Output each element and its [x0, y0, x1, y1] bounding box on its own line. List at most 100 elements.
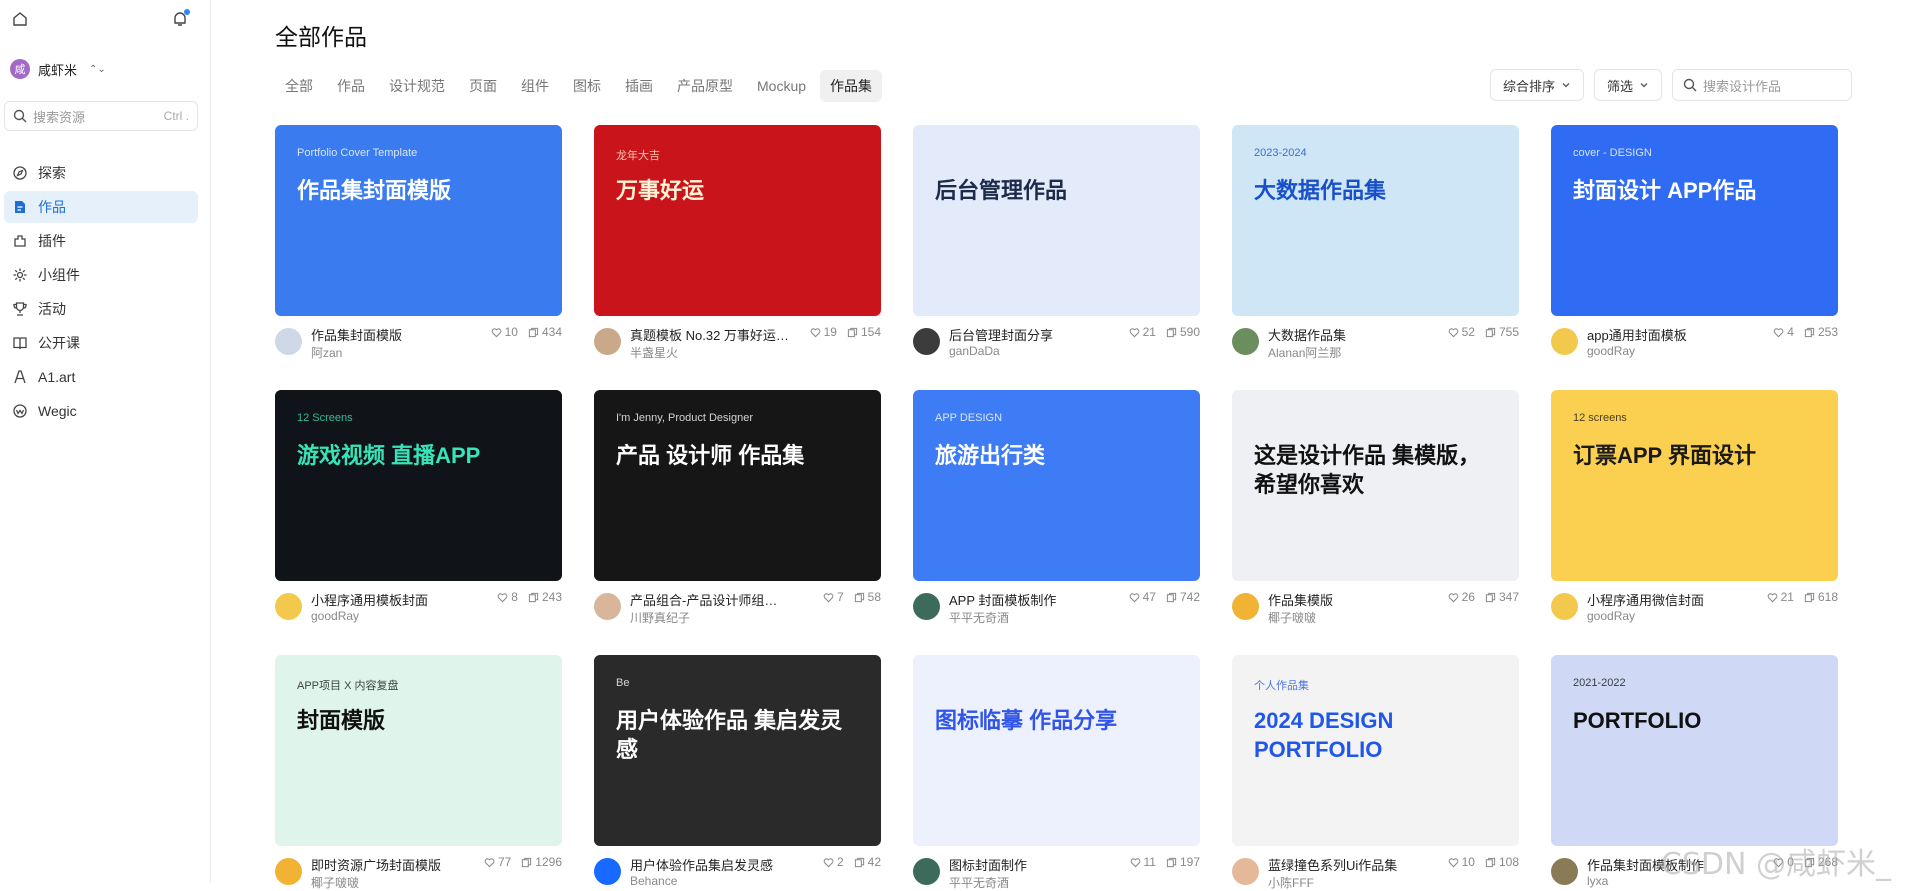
work-author[interactable]: goodRay	[1587, 609, 1635, 623]
author-avatar[interactable]	[1551, 858, 1578, 885]
work-title[interactable]: 作品集模版	[1268, 590, 1428, 609]
work-title[interactable]: app通用封面模板	[1587, 325, 1747, 344]
sidebar-item-courses[interactable]: 公开课	[4, 327, 198, 359]
work-stats: 77 1296	[484, 855, 562, 869]
work-title[interactable]: 用户体验作品集启发灵感	[630, 855, 790, 874]
author-avatar[interactable]	[275, 328, 302, 355]
work-card[interactable]: 2024 DESIGN PORTFOLIO 个人作品集 蓝绿撞色系列Ui作品集 小陈F…	[1232, 655, 1519, 890]
work-card[interactable]: 图标临摹 作品分享 图标封面制作 平平无奇酒 11 197	[913, 655, 1200, 890]
work-author[interactable]: 川野真纪子	[630, 609, 690, 626]
work-author[interactable]: goodRay	[311, 609, 359, 623]
works-search-input[interactable]: 搜索设计作品	[1672, 69, 1852, 101]
work-card[interactable]: 封面设计 APP作品 cover - DESIGN app通用封面模板 goodRay…	[1551, 125, 1838, 360]
work-author[interactable]: goodRay	[1587, 344, 1635, 358]
work-thumbnail[interactable]: 封面设计 APP作品 cover - DESIGN	[1551, 125, 1838, 316]
work-meta: 小程序通用微信封面 goodRay 21 618	[1551, 581, 1838, 625]
work-author[interactable]: Behance	[630, 874, 677, 888]
work-card[interactable]: 大数据作品集 2023-2024 大数据作品集 Alanan阿兰那 52 755	[1232, 125, 1519, 360]
work-thumbnail[interactable]: 产品 设计师 作品集 I'm Jenny, Product Designer	[594, 390, 881, 581]
sidebar-item-plugins[interactable]: 插件	[4, 225, 198, 257]
tab-works[interactable]: 作品	[327, 70, 375, 102]
work-author[interactable]: ganDaDa	[949, 344, 1000, 358]
work-author[interactable]: 椰子啵啵	[1268, 609, 1316, 626]
work-thumbnail[interactable]: 后台管理作品	[913, 125, 1200, 316]
work-thumbnail[interactable]: 这是设计作品 集模版，希望你喜欢	[1232, 390, 1519, 581]
author-avatar[interactable]	[1551, 328, 1578, 355]
work-title[interactable]: 小程序通用模板封面	[311, 590, 471, 609]
author-avatar[interactable]	[913, 328, 940, 355]
sidebar-item-explore[interactable]: 探索	[4, 157, 198, 189]
home-icon[interactable]	[12, 11, 28, 27]
sidebar-item-a1art[interactable]: A1.art	[4, 361, 198, 393]
work-title[interactable]: 大数据作品集	[1268, 325, 1428, 344]
work-card[interactable]: 万事好运 龙年大吉真题模板 No.32 万事好运… 半盏星火 19 154	[594, 125, 881, 360]
work-author[interactable]: Alanan阿兰那	[1268, 344, 1341, 361]
work-title[interactable]: 作品集封面模版	[311, 325, 471, 344]
author-avatar[interactable]	[1551, 593, 1578, 620]
work-thumbnail[interactable]: PORTFOLIO 2021-2022	[1551, 655, 1838, 846]
work-title[interactable]: 真题模板 No.32 万事好运…	[630, 325, 790, 344]
work-thumbnail[interactable]: 用户体验作品 集启发灵感 Be	[594, 655, 881, 846]
author-avatar[interactable]	[1232, 858, 1259, 885]
work-title[interactable]: 产品组合-产品设计师组合网站	[630, 590, 790, 609]
tab-all[interactable]: 全部	[275, 70, 323, 102]
tab-mockup[interactable]: Mockup	[747, 70, 816, 102]
work-thumbnail[interactable]: 大数据作品集 2023-2024	[1232, 125, 1519, 316]
sidebar-item-widgets[interactable]: 小组件	[4, 259, 198, 291]
work-card[interactable]: 游戏视频 直播APP 12 Screens 小程序通用模板封面 goodRay 8 243	[275, 390, 562, 625]
work-author[interactable]: 平平无奇酒	[949, 609, 1009, 626]
work-card[interactable]: 后台管理作品 后台管理封面分享 ganDaDa 21 590	[913, 125, 1200, 360]
work-title[interactable]: 小程序通用微信封面	[1587, 590, 1747, 609]
author-avatar[interactable]	[913, 593, 940, 620]
search-shortcut: Ctrl .	[163, 109, 189, 123]
user-switcher[interactable]: 咸 咸虾米 ⌃⌄	[10, 58, 106, 80]
work-thumbnail[interactable]: 作品集封面模版 Portfolio Cover Template	[275, 125, 562, 316]
work-thumbnail[interactable]: 订票APP 界面设计 12 screens	[1551, 390, 1838, 581]
tab-prototypes[interactable]: 产品原型	[667, 70, 743, 102]
work-card[interactable]: 封面模版 APP项目 X 内容复盘 即时资源广场封面模版 椰子啵啵 77 1296	[275, 655, 562, 890]
work-author[interactable]: 半盏星火	[630, 344, 678, 361]
work-card[interactable]: 这是设计作品 集模版，希望你喜欢 作品集模版 椰子啵啵 26 347	[1232, 390, 1519, 625]
work-title[interactable]: 即时资源广场封面模版	[311, 855, 471, 874]
work-thumbnail[interactable]: 游戏视频 直播APP 12 Screens	[275, 390, 562, 581]
author-avatar[interactable]	[1232, 593, 1259, 620]
work-thumbnail[interactable]: 图标临摹 作品分享	[913, 655, 1200, 846]
sidebar-item-wegic[interactable]: Wegic	[4, 395, 198, 427]
work-thumbnail[interactable]: 万事好运 龙年大吉	[594, 125, 881, 316]
author-avatar[interactable]	[913, 858, 940, 885]
work-card[interactable]: 旅游出行类 APP DESIGN APP 封面模板制作 平平无奇酒 47 742	[913, 390, 1200, 625]
work-author[interactable]: 阿zan	[311, 344, 342, 361]
work-author[interactable]: lyxa	[1587, 874, 1608, 888]
work-title[interactable]: 后台管理封面分享	[949, 325, 1109, 344]
tab-icons[interactable]: 图标	[563, 70, 611, 102]
work-stats: 19 154	[810, 325, 881, 339]
sort-dropdown[interactable]: 综合排序	[1489, 69, 1584, 101]
author-avatar[interactable]	[594, 328, 621, 355]
author-avatar[interactable]	[594, 593, 621, 620]
tab-pages[interactable]: 页面	[459, 70, 507, 102]
work-card[interactable]: 产品 设计师 作品集 I'm Jenny, Product Designer 产品组…	[594, 390, 881, 625]
filter-dropdown[interactable]: 筛选	[1593, 69, 1662, 101]
work-card[interactable]: 用户体验作品 集启发灵感 Be 用户体验作品集启发灵感 Behance 2 42	[594, 655, 881, 890]
author-avatar[interactable]	[275, 593, 302, 620]
work-title[interactable]: 图标封面制作	[949, 855, 1109, 874]
work-title[interactable]: APP 封面模板制作	[949, 590, 1109, 609]
tab-components[interactable]: 组件	[511, 70, 559, 102]
sidebar-search-input[interactable]: 搜索资源 Ctrl .	[4, 101, 198, 131]
work-card[interactable]: 作品集封面模版 Portfolio Cover Template 作品集封面模版 阿z…	[275, 125, 562, 360]
author-avatar[interactable]	[275, 858, 302, 885]
tab-portfolio[interactable]: 作品集	[820, 70, 883, 102]
work-title[interactable]: 蓝绿撞色系列Ui作品集	[1268, 855, 1428, 874]
sidebar-item-events[interactable]: 活动	[4, 293, 198, 325]
work-card[interactable]: 订票APP 界面设计 12 screens 小程序通用微信封面 goodRay 21 61…	[1551, 390, 1838, 625]
work-thumbnail[interactable]: 旅游出行类 APP DESIGN	[913, 390, 1200, 581]
author-avatar[interactable]	[1232, 328, 1259, 355]
work-thumbnail[interactable]: 封面模版 APP项目 X 内容复盘	[275, 655, 562, 846]
tab-illustrations[interactable]: 插画	[615, 70, 663, 102]
heart-icon	[1129, 327, 1139, 337]
sidebar-item-works[interactable]: 作品	[4, 191, 198, 223]
author-avatar[interactable]	[594, 858, 621, 885]
work-thumbnail[interactable]: 2024 DESIGN PORTFOLIO 个人作品集	[1232, 655, 1519, 846]
views-count: 243	[541, 590, 562, 604]
tab-design-spec[interactable]: 设计规范	[379, 70, 455, 102]
